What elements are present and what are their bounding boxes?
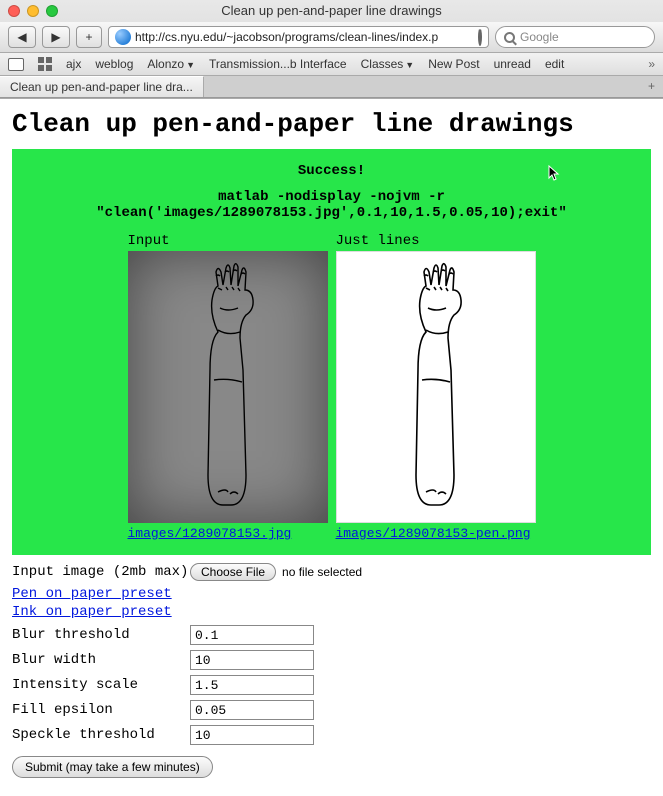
page-title: Clean up pen-and-paper line drawings: [12, 109, 651, 139]
blur-width-row: Blur width: [12, 650, 651, 670]
blur-threshold-row: Blur threshold: [12, 625, 651, 645]
fill-epsilon-input[interactable]: [190, 700, 314, 720]
speckle-threshold-label: Speckle threshold: [12, 727, 190, 743]
output-image: [336, 251, 536, 523]
browser-toolbar: ◀ ▶ + http://cs.nyu.edu/~jacobson/progra…: [0, 22, 663, 53]
bookmark-ajx[interactable]: ajx: [66, 57, 81, 71]
command-line-2: "clean('images/1289078153.jpg',0.1,10,1.…: [22, 205, 641, 221]
site-icon: [115, 29, 131, 45]
form-area: Input image (2mb max) Choose File no fil…: [12, 563, 651, 778]
search-bar[interactable]: Google: [495, 26, 655, 48]
command-line-1: matlab -nodisplay -nojvm -r: [22, 189, 641, 205]
fill-epsilon-label: Fill epsilon: [12, 702, 190, 718]
close-window-button[interactable]: [8, 5, 20, 17]
ink-preset-link[interactable]: Ink on paper preset: [12, 604, 651, 620]
intensity-scale-label: Intensity scale: [12, 677, 190, 693]
reload-button[interactable]: [478, 30, 482, 44]
input-label: Input: [128, 233, 328, 251]
no-file-label: no file selected: [282, 565, 362, 579]
bookmark-weblog[interactable]: weblog: [95, 57, 133, 71]
submit-button[interactable]: Submit (may take a few minutes): [12, 756, 213, 778]
page-content: Clean up pen-and-paper line drawings Suc…: [0, 99, 663, 796]
window-chrome: Clean up pen-and-paper line drawings ◀ ▶…: [0, 0, 663, 99]
show-bookmarks-icon[interactable]: [8, 58, 24, 71]
input-image-label: Input image (2mb max): [12, 564, 190, 580]
intensity-scale-row: Intensity scale: [12, 675, 651, 695]
blur-threshold-label: Blur threshold: [12, 627, 190, 643]
tab-active[interactable]: Clean up pen-and-paper line dra...: [0, 76, 204, 97]
add-bookmark-button[interactable]: +: [76, 26, 102, 48]
hand-drawing-clean-icon: [376, 260, 496, 515]
success-label: Success!: [22, 157, 641, 189]
bookmarks-overflow[interactable]: »: [648, 57, 655, 71]
result-box: Success! matlab -nodisplay -nojvm -r "cl…: [12, 149, 651, 555]
bookmark-edit[interactable]: edit: [545, 57, 564, 71]
search-icon: [504, 32, 515, 43]
blur-threshold-input[interactable]: [190, 625, 314, 645]
back-button[interactable]: ◀: [8, 26, 36, 48]
minimize-window-button[interactable]: [27, 5, 39, 17]
output-image-link[interactable]: images/1289078153-pen.png: [336, 523, 536, 541]
blur-width-label: Blur width: [12, 652, 190, 668]
forward-button[interactable]: ▶: [42, 26, 70, 48]
window-title: Clean up pen-and-paper line drawings: [0, 3, 663, 22]
tab-bar: Clean up pen-and-paper line dra... +: [0, 76, 663, 98]
new-tab-button[interactable]: +: [640, 76, 663, 97]
bookmark-transmission[interactable]: Transmission...b Interface: [209, 57, 347, 71]
output-label: Just lines: [336, 233, 536, 251]
top-sites-icon[interactable]: [38, 57, 52, 71]
bookmark-alonzo[interactable]: Alonzo▼: [147, 57, 195, 71]
speckle-threshold-row: Speckle threshold: [12, 725, 651, 745]
input-image-link[interactable]: images/1289078153.jpg: [128, 523, 328, 541]
hand-drawing-icon: [168, 260, 288, 515]
blur-width-input[interactable]: [190, 650, 314, 670]
zoom-window-button[interactable]: [46, 5, 58, 17]
speckle-threshold-input[interactable]: [190, 725, 314, 745]
bookmark-classes[interactable]: Classes▼: [361, 57, 415, 71]
fill-epsilon-row: Fill epsilon: [12, 700, 651, 720]
search-placeholder: Google: [520, 30, 559, 44]
bookmark-new-post[interactable]: New Post: [428, 57, 479, 71]
url-text: http://cs.nyu.edu/~jacobson/programs/cle…: [135, 30, 438, 44]
command-text: matlab -nodisplay -nojvm -r "clean('imag…: [22, 189, 641, 233]
input-image-row: Input image (2mb max) Choose File no fil…: [12, 563, 651, 581]
chevron-down-icon: ▼: [186, 60, 195, 70]
choose-file-button[interactable]: Choose File: [190, 563, 276, 581]
pen-preset-link[interactable]: Pen on paper preset: [12, 586, 651, 602]
chevron-down-icon: ▼: [405, 60, 414, 70]
image-panels: Input images/12890781: [22, 233, 641, 541]
bookmarks-bar: ajx weblog Alonzo▼ Transmission...b Inte…: [0, 53, 663, 76]
url-bar[interactable]: http://cs.nyu.edu/~jacobson/programs/cle…: [108, 26, 489, 48]
bookmark-unread[interactable]: unread: [494, 57, 531, 71]
output-panel: Just lines images/128: [336, 233, 536, 541]
input-image: [128, 251, 328, 523]
input-panel: Input images/12890781: [128, 233, 328, 541]
intensity-scale-input[interactable]: [190, 675, 314, 695]
